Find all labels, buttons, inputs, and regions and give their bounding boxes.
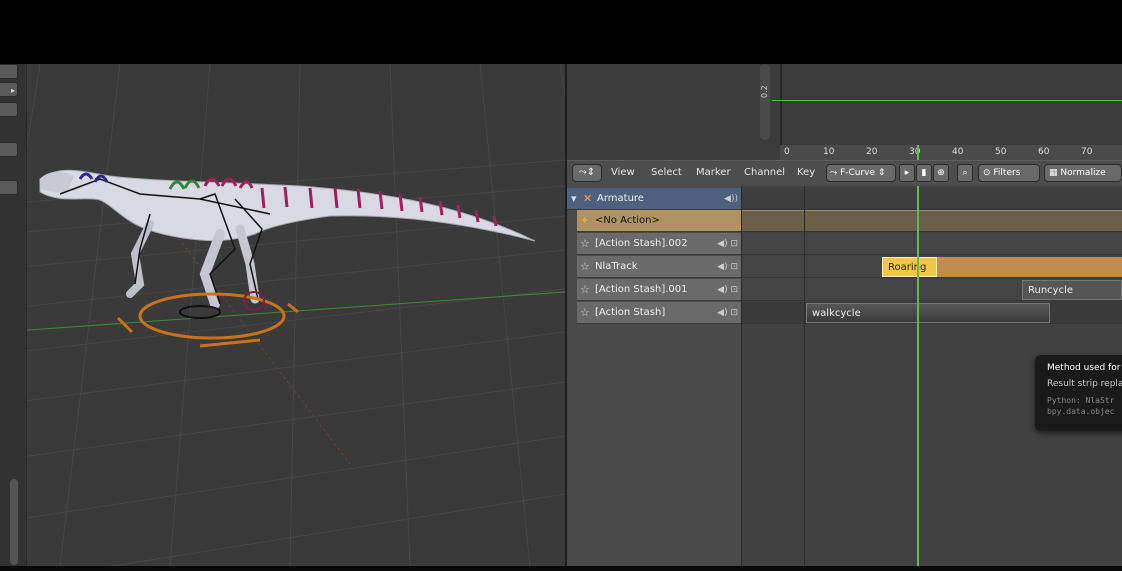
editor-type-selector[interactable]: ⤳⇕ (572, 164, 602, 182)
speaker-icon[interactable]: ◀)) (724, 188, 738, 210)
mode-dropdown[interactable]: ⤳ F-Curve ⇕ (826, 164, 896, 182)
bottom-edge (0, 566, 1122, 571)
tool-button-5[interactable] (0, 180, 18, 195)
scene-start-line (804, 186, 805, 566)
3d-viewport[interactable] (0, 64, 565, 566)
ruler-tick: 60 (1038, 147, 1050, 157)
ruler-tick: 0 (784, 147, 790, 157)
channel-armature[interactable]: ▾ ✕ Armature ◀)) (567, 188, 741, 210)
tool-expand-button[interactable]: ▸ (0, 82, 18, 97)
strip-row-armature (742, 188, 1122, 210)
tooltip-title: Method used for (1047, 363, 1121, 373)
expand-triangle-icon[interactable]: ▾ (571, 188, 577, 210)
tooltip-python: Python: NlaStr bpy.data.objec (1047, 396, 1115, 416)
tool-button-4[interactable] (0, 142, 18, 157)
normalize-icon: ▦ (1049, 168, 1061, 178)
action-icon: ✦ (580, 214, 590, 227)
strip-runcycle[interactable]: Runcycle (1022, 280, 1122, 300)
tooltip: Method used for Result strip repla Pytho… (1035, 355, 1122, 431)
root-control[interactable] (116, 291, 299, 348)
strip-roaring[interactable]: Roaring (882, 257, 937, 277)
star-icon[interactable]: ☆ (580, 233, 590, 255)
graph-vertical-scrollbar[interactable] (760, 64, 770, 140)
viewport-scene (0, 64, 565, 566)
normalize-button[interactable]: ▦ Normalize (1044, 164, 1122, 182)
graph-value-axis (780, 64, 782, 146)
tooltip-description: Result strip repla (1047, 379, 1122, 389)
strip-row-no-action (742, 210, 1122, 232)
nla-playhead[interactable] (917, 186, 919, 566)
viewport-scrollbar[interactable] (10, 479, 18, 565)
armature-icon: ✕ (583, 192, 593, 205)
target-icon[interactable]: ⊕ (933, 164, 949, 182)
menu-marker[interactable]: Marker (696, 164, 731, 182)
channel-track[interactable]: ☆ [Action Stash] ◀) ⊡ (577, 302, 741, 324)
star-icon[interactable]: ☆ (580, 256, 590, 278)
menu-view[interactable]: View (611, 164, 635, 182)
menu-key[interactable]: Key (797, 164, 815, 182)
menu-channel[interactable]: Channel (744, 164, 785, 182)
mute-lock-icons[interactable]: ◀) ⊡ (717, 279, 738, 301)
star-icon[interactable]: ☆ (580, 302, 590, 324)
menu-select[interactable]: Select (651, 164, 682, 182)
mute-lock-icons[interactable]: ◀) ⊡ (717, 302, 738, 324)
graph-value-label: 0.2 (760, 85, 769, 98)
mute-lock-icons[interactable]: ◀) ⊡ (717, 233, 738, 255)
nla-editor-icon: ⤳⇕ (578, 167, 596, 178)
mute-lock-icons[interactable]: ◀) ⊡ (717, 256, 738, 278)
tool-button-1[interactable] (0, 64, 18, 79)
channel-track[interactable]: ☆ [Action Stash].001 ◀) ⊡ (577, 279, 741, 301)
tool-button-3[interactable] (0, 102, 18, 117)
cursor-icon[interactable]: ▸ (899, 164, 915, 182)
graph-playhead[interactable] (917, 145, 919, 160)
top-black-bar (0, 0, 1122, 64)
filters-button[interactable]: ⊙ Filters (978, 164, 1040, 182)
channel-track[interactable]: ☆ NlaTrack ◀) ⊡ (577, 256, 741, 278)
ruler-tick: 50 (995, 147, 1007, 157)
ruler-tick: 20 (866, 147, 878, 157)
viewport-tool-shelf: ▸ (0, 64, 27, 566)
graph-frame-ruler[interactable]: 0 10 20 30 40 50 60 70 (780, 145, 1122, 160)
fcurve-icon: ⤳ (830, 168, 841, 178)
ruler-tick: 40 (952, 147, 964, 157)
ruler-tick: 70 (1081, 147, 1093, 157)
filter-icon: ⊙ (983, 168, 994, 178)
search-icon[interactable]: ⌕ (957, 164, 973, 182)
strip-row-track (742, 233, 1122, 255)
selected-track-fill (936, 257, 1122, 277)
strip-walkcycle[interactable]: walkcycle (806, 303, 1050, 323)
channel-track[interactable]: ☆ [Action Stash].002 ◀) ⊡ (577, 233, 741, 255)
star-icon[interactable]: ☆ (580, 279, 590, 301)
raptor-model[interactable] (39, 169, 536, 309)
ruler-tick: 10 (823, 147, 835, 157)
graph-fcurve-line[interactable] (772, 100, 1122, 101)
page-icon[interactable]: ▮ (916, 164, 932, 182)
channel-no-action[interactable]: ✦ <No Action> (577, 210, 741, 232)
